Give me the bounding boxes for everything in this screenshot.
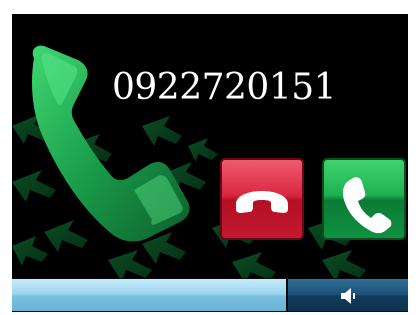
bottom-bar <box>12 278 408 312</box>
speaker-button[interactable] <box>288 279 408 311</box>
incoming-call-screen: 0922720151 <box>12 14 408 312</box>
hang-up-button[interactable] <box>220 158 304 240</box>
phone-hangup-icon <box>236 191 288 213</box>
answer-call-button[interactable] <box>322 158 406 240</box>
volume-slider-track[interactable] <box>12 279 286 311</box>
caller-phone-number: 0922720151 <box>112 67 337 108</box>
phone-answer-icon <box>343 177 392 234</box>
speaker-icon <box>341 288 355 304</box>
